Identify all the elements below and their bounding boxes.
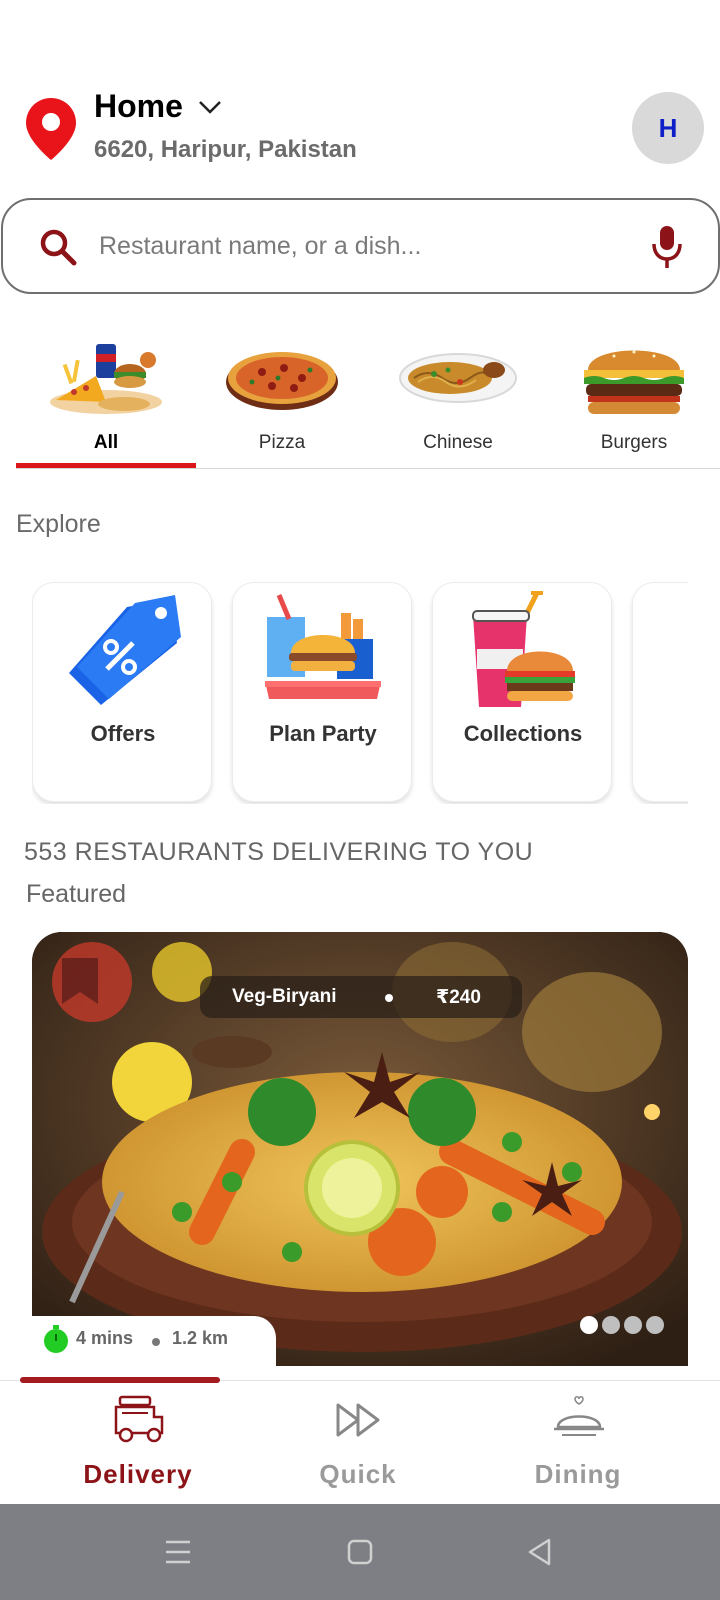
burger-icon: [584, 350, 684, 414]
delivery-time: 4 mins: [76, 1328, 134, 1348]
page-dot[interactable]: [624, 1316, 642, 1334]
restaurant-count: 553 RESTAURANTS DELIVERING TO YOU: [24, 838, 534, 866]
bottom-navigation: Delivery Quick Dining: [0, 1377, 720, 1504]
explore-card-label: Plan Party: [269, 721, 377, 746]
page-dot[interactable]: [646, 1316, 664, 1334]
nav-quick[interactable]: Quick: [258, 1395, 458, 1495]
separator-dot: [152, 1338, 160, 1346]
party-tray-icon: [265, 594, 381, 699]
carousel-pagination: [580, 1316, 670, 1336]
chevron-down-icon: [199, 100, 221, 114]
explore-card-collections[interactable]: Collections: [432, 582, 612, 802]
noodles-icon: [399, 353, 517, 403]
tab-label: Pizza: [258, 432, 306, 453]
system-navigation-bar: [0, 1504, 720, 1600]
explore-card-partial[interactable]: [632, 582, 688, 802]
page-dot[interactable]: [602, 1316, 620, 1334]
nav-label: Quick: [319, 1459, 397, 1489]
separator-dot: [385, 994, 393, 1002]
tab-chinese[interactable]: Chinese: [368, 320, 548, 470]
pizza-icon: [226, 352, 338, 410]
header: Home 6620, Haripur, Pakistan H: [0, 0, 720, 190]
tab-label: Burgers: [600, 432, 668, 453]
explore-card-offers[interactable]: Offers: [32, 582, 212, 802]
chef-icon: [661, 589, 688, 713]
explore-carousel[interactable]: Offers Plan Party Collections: [32, 582, 688, 804]
location-pin-icon[interactable]: [24, 96, 78, 162]
drink-burger-icon: [472, 591, 575, 707]
tab-label: Chinese: [423, 432, 493, 453]
combo-meal-icon: [50, 344, 162, 414]
dish-info-pill: Veg-Biryani ₹240: [200, 976, 522, 1018]
tab-burgers[interactable]: Burgers: [544, 320, 720, 470]
page-dot[interactable]: [580, 1316, 598, 1334]
avatar[interactable]: H: [632, 92, 704, 164]
location-title: Home: [94, 88, 183, 124]
explore-card-label: Offers: [90, 721, 156, 746]
active-nav-indicator: [20, 1377, 220, 1383]
bookmark-icon[interactable]: [60, 956, 100, 1006]
featured-heading: Featured: [26, 880, 127, 908]
search-bar: [1, 198, 720, 294]
discount-tag-icon: [69, 595, 181, 705]
nav-delivery[interactable]: Delivery: [38, 1395, 238, 1495]
category-tabs: All Pizza Chinese Burgers: [16, 320, 720, 470]
dish-price: ₹240: [436, 987, 481, 1008]
featured-restaurant-card[interactable]: Veg-Biryani ₹240 4 mins 1.2 km: [32, 932, 688, 1366]
nav-dining[interactable]: Dining: [478, 1395, 678, 1495]
search-icon[interactable]: [37, 226, 79, 268]
back-icon[interactable]: [524, 1536, 556, 1568]
home-icon[interactable]: [344, 1536, 376, 1568]
explore-card-plan-party[interactable]: Plan Party: [232, 582, 412, 802]
search-input[interactable]: [99, 226, 619, 266]
tab-label: All: [93, 432, 119, 453]
fast-forward-icon: [336, 1403, 380, 1437]
divider: [16, 468, 720, 469]
tab-all[interactable]: All: [16, 320, 196, 470]
delivery-distance: 1.2 km: [172, 1328, 229, 1348]
delivery-cart-icon: [114, 1395, 164, 1443]
microphone-icon[interactable]: [649, 224, 685, 270]
recent-apps-icon[interactable]: [162, 1536, 194, 1568]
explore-card-label: Collections: [463, 721, 583, 746]
cloche-icon: [554, 1396, 604, 1436]
timer-icon: [44, 1325, 68, 1353]
avatar-initial: H: [658, 112, 678, 143]
nav-label: Dining: [534, 1459, 622, 1489]
delivery-meta: 4 mins 1.2 km: [32, 1316, 276, 1366]
tab-pizza[interactable]: Pizza: [192, 320, 372, 470]
location-selector[interactable]: Home: [94, 88, 223, 125]
explore-heading: Explore: [16, 510, 101, 538]
nav-label: Delivery: [83, 1459, 193, 1489]
dish-name: Veg-Biryani: [232, 986, 337, 1007]
location-address: 6620, Haripur, Pakistan: [94, 136, 357, 163]
